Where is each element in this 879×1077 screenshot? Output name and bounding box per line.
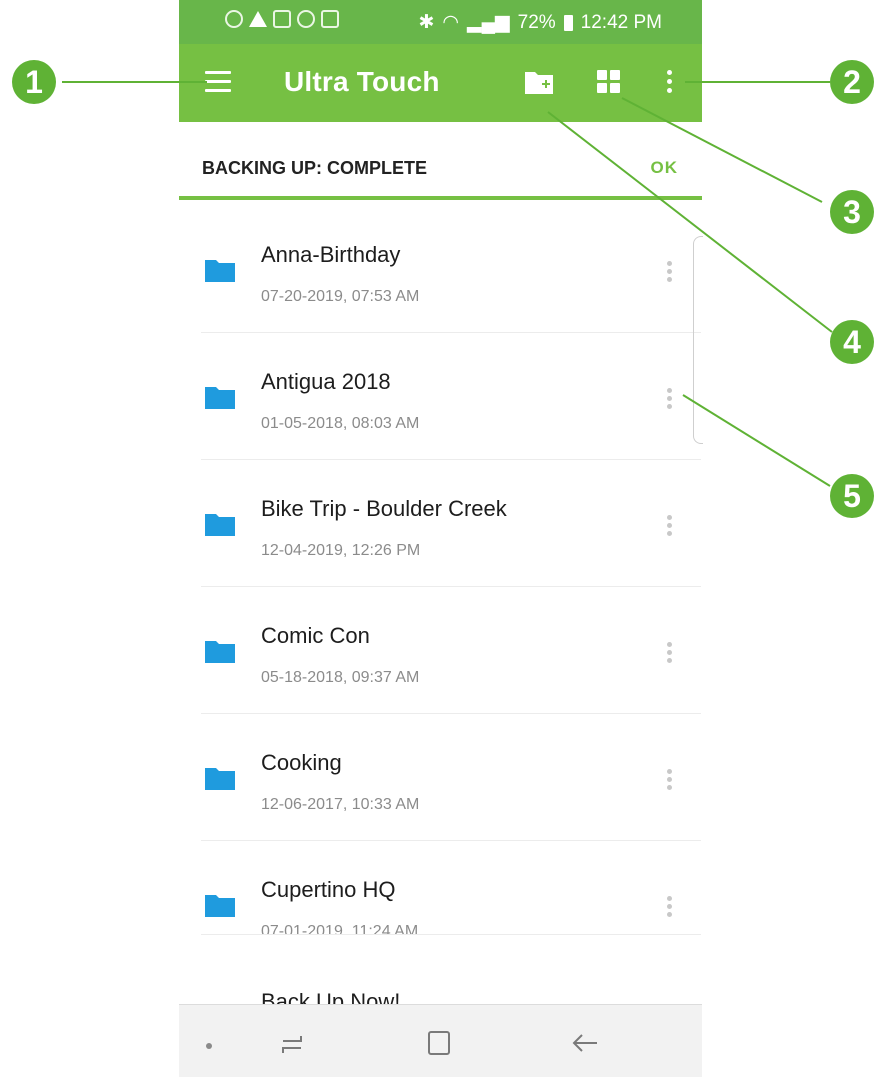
callout-5: 5	[830, 474, 874, 518]
callout-4: 4	[830, 320, 874, 364]
callout-lines	[62, 81, 833, 487]
callout-2: 2	[830, 60, 874, 104]
callout-1: 1	[12, 60, 56, 104]
callout-3: 3	[830, 190, 874, 234]
